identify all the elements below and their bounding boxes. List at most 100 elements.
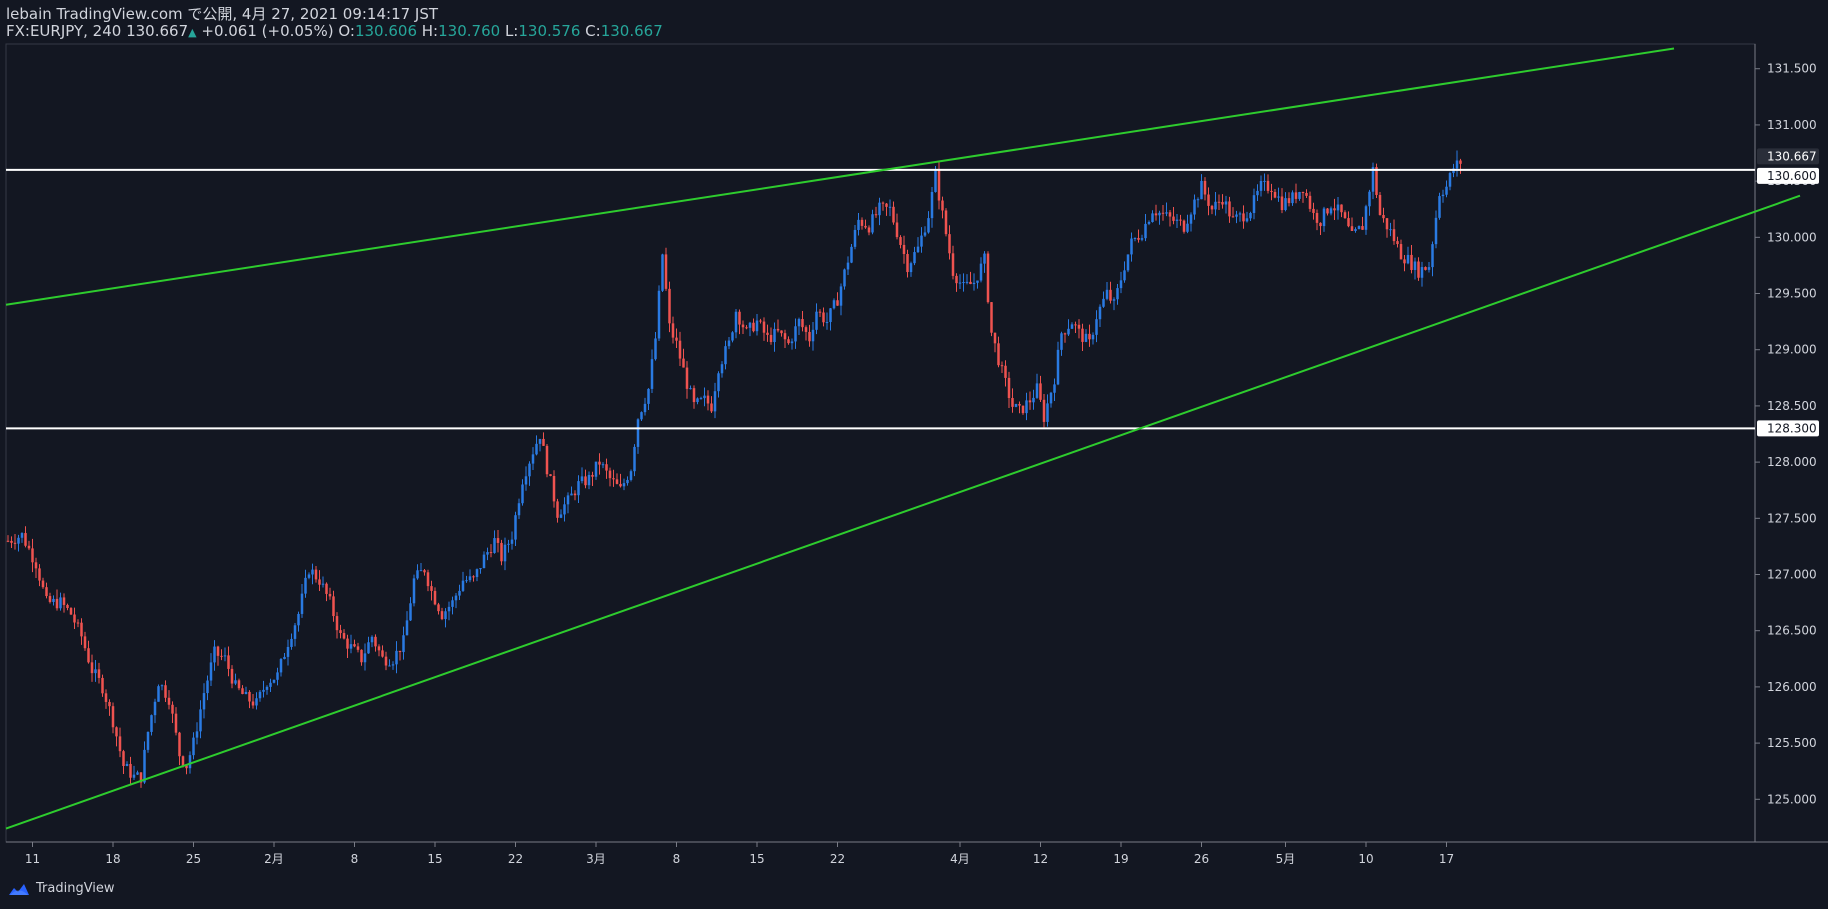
candle-body [206, 680, 209, 694]
candle-body [1378, 194, 1382, 215]
candle-body [73, 614, 76, 623]
candle-body [1007, 377, 1011, 399]
candle-body [1130, 238, 1133, 255]
time-axis[interactable]: 11 18 25 2月 8 15 22 3月 8 15 22 4月 12 19 26 5月 10 17 [25, 842, 1454, 866]
candle-body [146, 731, 150, 750]
candle-body [1385, 218, 1389, 230]
candle-body [426, 572, 430, 587]
plot-border [5, 43, 1756, 843]
candle-body [108, 701, 111, 707]
candle-body [1140, 238, 1144, 240]
candle-body [1228, 201, 1231, 217]
x-tick-label: 10 [1358, 852, 1373, 866]
candle-body [6, 540, 10, 542]
candle-body [1270, 190, 1273, 193]
candle-body [1200, 180, 1203, 200]
candle-body [937, 170, 941, 201]
candle-body [500, 542, 503, 562]
candle-body [1459, 160, 1462, 164]
candle-body [258, 691, 262, 699]
candle-body [759, 320, 762, 322]
candle-body [248, 691, 251, 702]
candle-body [66, 604, 69, 609]
candle-body [731, 332, 734, 341]
candle-body [69, 608, 73, 615]
candle-body [1441, 194, 1445, 197]
candle-body [1112, 299, 1116, 301]
candle-body [853, 229, 857, 247]
candle-body [1000, 365, 1004, 367]
candle-body [1350, 226, 1354, 231]
candle-body [1154, 213, 1158, 216]
candle-body [675, 337, 678, 341]
candle-body [979, 263, 983, 281]
y-tick-label: 128.000 [1767, 455, 1817, 469]
candle-body [1102, 298, 1105, 307]
candle-body [1105, 289, 1109, 299]
candle-body [1242, 213, 1245, 222]
tradingview-brand: TradingView [36, 881, 115, 896]
candle-body [836, 300, 839, 306]
candle-body [171, 704, 174, 714]
candle-body [90, 662, 94, 674]
x-tick-label: 4月 [950, 852, 970, 866]
candle-body [671, 323, 675, 338]
candle-body [566, 495, 570, 505]
candle-body [1221, 201, 1224, 205]
candle-body [811, 329, 815, 342]
candle-body [668, 288, 671, 324]
candle-body [783, 333, 787, 340]
candle-body [251, 701, 255, 706]
candle-body [374, 636, 377, 647]
candle-body [164, 685, 167, 698]
candle-body [486, 552, 489, 555]
candle-body [1116, 288, 1119, 300]
candle-body [1081, 328, 1084, 342]
candle-body [48, 596, 52, 602]
candle-body [923, 232, 927, 236]
last-price-label: 130.667 [1767, 149, 1817, 163]
candle-body [160, 685, 164, 687]
candle-body [710, 403, 713, 412]
candles-group [6, 150, 1462, 788]
candle-body [1392, 229, 1396, 242]
candle-body [216, 646, 220, 656]
candle-body [1280, 196, 1284, 211]
footer: TradingView [8, 881, 115, 896]
candle-body [1343, 212, 1347, 219]
candle-body [1214, 201, 1217, 210]
candle-body [1074, 324, 1077, 326]
candle-body [1399, 244, 1403, 260]
candle-body [188, 755, 192, 769]
candle-body [97, 669, 101, 678]
candle-body [1028, 400, 1032, 403]
candle-body [958, 282, 962, 284]
candle-body [1336, 204, 1340, 211]
price-chart[interactable]: 125.000 125.500 126.000 126.500 127.000 127.5… [0, 0, 1828, 909]
x-tick-label: 22 [508, 852, 523, 866]
x-tick-label: 12 [1033, 852, 1048, 866]
candle-body [1322, 208, 1326, 227]
candle-body [549, 474, 552, 476]
candle-body [34, 562, 38, 569]
candle-body [41, 580, 45, 588]
candle-body [969, 281, 972, 285]
candle-body [1312, 208, 1315, 213]
candle-body [381, 650, 384, 657]
candle-body [1070, 324, 1074, 329]
candle-body [815, 311, 818, 330]
candle-body [640, 412, 643, 420]
x-tick-label: 8 [351, 852, 359, 866]
candle-body [433, 590, 437, 605]
y-tick-label: 128.500 [1767, 399, 1817, 413]
candle-body [1137, 237, 1140, 240]
candle-body [1147, 222, 1151, 224]
candle-body [1389, 229, 1392, 231]
candle-body [269, 682, 272, 687]
candle-body [951, 253, 955, 276]
candle-body [1193, 199, 1196, 215]
candle-body [916, 246, 920, 253]
candle-body [265, 686, 269, 690]
candle-body [528, 463, 531, 477]
candle-body [1126, 254, 1130, 271]
